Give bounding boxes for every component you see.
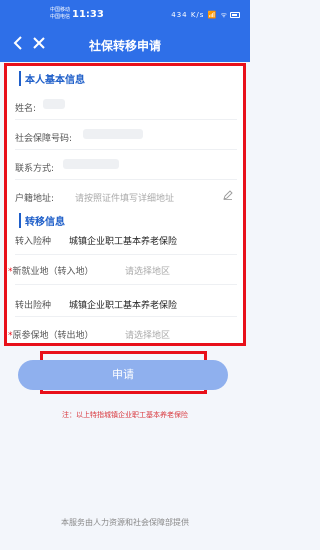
household-address-row[interactable]: 户籍地址: 请按照证件填写详细地址 [7,183,243,209]
contact-value-masked [63,159,119,169]
carrier-info: 中国移动 中国电信 [50,7,70,21]
signal-icon: 📶 ᯤ [207,11,228,19]
new-location-select[interactable]: 请选择地区 [125,264,170,277]
contact-row: 联系方式: [7,153,243,179]
apply-button[interactable]: 申请 [18,360,228,390]
divider [15,119,237,120]
carrier-line2: 中国电信 [50,14,71,20]
divider [15,179,237,180]
basic-info-section-title: 本人基本信息 [19,71,85,86]
insurance-note: 注：以上特指城镇企业职工基本养老保险 [62,411,188,419]
transfer-out-type-label: 转出险种 [15,301,52,311]
new-location-label: *新就业地（转入地） [8,264,94,277]
header: 社保转移申请 [0,32,250,60]
new-location-label-text: 新就业地（转入地） [12,267,94,277]
divider [15,316,237,317]
ssn-row: 社会保障号码: [7,123,243,149]
battery-icon [230,12,240,18]
divider [15,149,237,150]
ssn-value-masked [83,129,143,139]
status-bar: 中国移动 中国电信 11:33 434 K/s 📶 ᯤ [0,0,250,32]
household-address-input[interactable]: 请按照证件填写详细地址 [75,191,174,204]
top-bar: 中国移动 中国电信 11:33 434 K/s 📶 ᯤ 社保转移申请 [0,0,250,62]
transfer-out-type-value: 城镇企业职工基本养老保险 [69,301,178,311]
household-address-label: 户籍地址: [15,194,55,204]
contact-label: 联系方式: [15,164,55,174]
application-form-card: 本人基本信息 姓名: 社会保障号码: 联系方式: 户籍地址: 请按照证件填写详细… [4,63,246,346]
transfer-out-type-row: 转出险种 城镇企业职工基本养老保险 [7,290,243,316]
page-title: 社保转移申请 [88,39,161,53]
original-location-select[interactable]: 请选择地区 [125,328,170,341]
divider [15,284,237,285]
transfer-in-type-value: 城镇企业职工基本养老保险 [69,237,178,247]
network-speed: 434 K/s [171,11,205,19]
service-provider-footer: 本服务由人力资源和社会保障部提供 [61,518,189,527]
ssn-label: 社会保障号码: [15,134,73,144]
original-location-label: *原参保地（转出地） [8,328,94,341]
edit-icon[interactable] [223,190,233,200]
status-time: 11:33 [72,9,104,20]
name-row: 姓名: [7,93,243,119]
divider [15,254,237,255]
carrier-line1: 中国移动 [50,7,71,13]
original-location-row[interactable]: *原参保地（转出地） 请选择地区 [7,320,243,346]
name-label: 姓名: [15,104,37,114]
original-location-label-text: 原参保地（转出地） [12,331,94,341]
transfer-in-type-label: 转入险种 [15,237,52,247]
transfer-in-type-row: 转入险种 城镇企业职工基本养老保险 [7,226,243,252]
new-location-row[interactable]: *新就业地（转入地） 请选择地区 [7,256,243,282]
network-indicator: 434 K/s 📶 ᯤ [171,11,228,20]
name-value-masked [43,99,65,109]
